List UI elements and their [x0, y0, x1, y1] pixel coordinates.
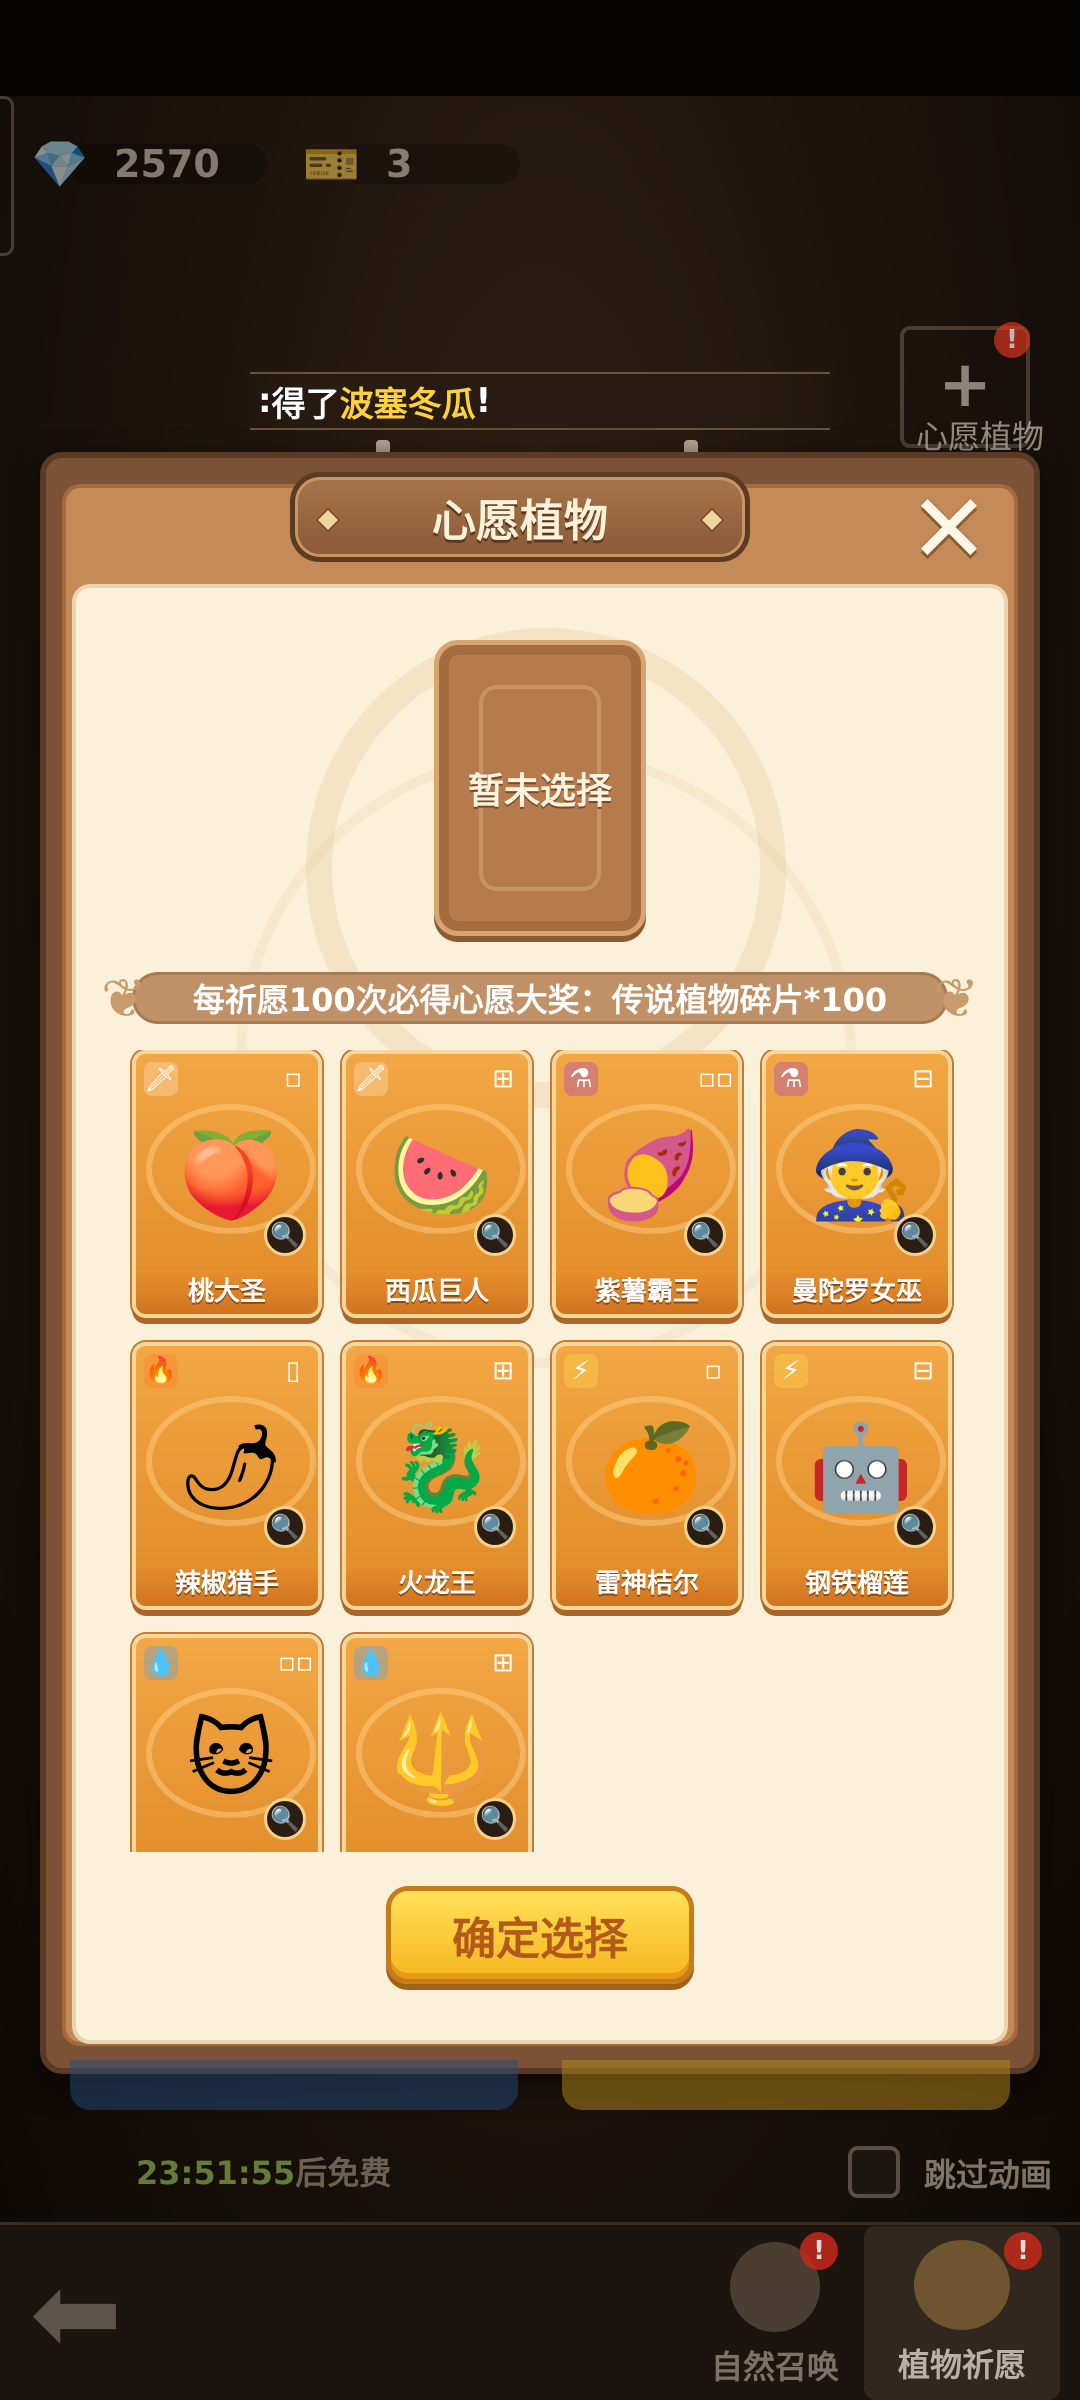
plant-card[interactable]: ⚗ ⊟ 🧙 🔍 曼陀罗女巫 — [762, 1050, 952, 1318]
plus-icon: + — [938, 348, 992, 422]
bolt-icon: ⚡ — [564, 1354, 598, 1388]
plant-card[interactable]: 🗡 ⊞ 🍉 🔍 西瓜巨人 — [342, 1050, 532, 1318]
notice-highlight: 波塞冬瓜 — [339, 384, 476, 425]
close-icon: ✕ — [908, 473, 990, 585]
ticket-icon: 🎫 — [303, 136, 361, 191]
bolt-icon: ⚡ — [774, 1354, 808, 1388]
free-timer: 23:51:55后免费 — [136, 2148, 391, 2194]
plant-card[interactable]: ⚡ ▫ 🍊 🔍 雷神桔尔 — [552, 1342, 742, 1610]
size-icon: ▫▫ — [278, 1648, 314, 1678]
gem-counter[interactable]: 💎 2570 — [28, 132, 268, 196]
plant-name: 西瓜巨人 — [346, 1270, 528, 1314]
magnify-icon[interactable]: 🔍 — [894, 1506, 936, 1548]
magnify-icon[interactable]: 🔍 — [264, 1798, 306, 1840]
plant-card[interactable]: 🗡 ▫ 🍑 🔍 桃大圣 — [132, 1050, 322, 1318]
timer-suffix: 后免费 — [295, 2154, 392, 2192]
ticket-counter[interactable]: 🎫 3 — [300, 132, 520, 196]
ticket-counter-bg — [340, 144, 520, 184]
nature-summon-badge: ! — [800, 2232, 838, 2270]
plant-wish-badge: ! — [1004, 2232, 1042, 2270]
status-bar — [0, 0, 1080, 96]
size-icon: ⊟ — [912, 1064, 934, 1094]
confirm-label: 确定选择 — [452, 1914, 628, 1965]
fire-icon: 🔥 — [144, 1354, 178, 1388]
plaque-gem-icon — [699, 507, 725, 533]
plant-wish-icon — [914, 2240, 1010, 2330]
magnify-icon[interactable]: 🔍 — [684, 1214, 726, 1256]
notice-prefix: 得了 — [271, 384, 340, 425]
modal-title-plaque: 心愿植物 — [290, 472, 750, 562]
plant-name: 曼陀罗女巫 — [766, 1270, 948, 1314]
laurel-right-icon: ❦ — [933, 967, 979, 1030]
modal-title: 心愿植物 — [432, 496, 608, 547]
notice-suffix: ! — [475, 381, 492, 421]
magnify-icon[interactable]: 🔍 — [474, 1506, 516, 1548]
plant-name: 钢铁榴莲 — [766, 1562, 948, 1606]
blade-icon: 🗡 — [144, 1062, 178, 1096]
fire-icon: 🔥 — [354, 1354, 388, 1388]
slot-empty-text: 暂未选择 — [467, 771, 612, 812]
plant-name: 桃大圣 — [136, 1270, 318, 1314]
size-icon: ▫ — [284, 1064, 302, 1094]
magnify-icon[interactable]: 🔍 — [474, 1798, 516, 1840]
plant-card[interactable]: 💧 ▫▫ 🐱 🔍 — [132, 1634, 322, 1852]
plant-name: 辣椒猎手 — [136, 1562, 318, 1606]
plant-card[interactable]: ⚡ ⊟ 🤖 🔍 钢铁榴莲 — [762, 1342, 952, 1610]
size-icon: ▫ — [704, 1356, 722, 1386]
tab-label: 植物祈愿 — [897, 2346, 1026, 2384]
plant-name: 雷神桔尔 — [556, 1562, 738, 1606]
size-icon: ⊞ — [492, 1648, 514, 1678]
plaque-gem-icon — [315, 507, 341, 533]
gem-count: 2570 — [114, 142, 220, 186]
selected-plant-slot[interactable]: 暂未选择 — [434, 640, 646, 936]
size-icon: ⊞ — [492, 1064, 514, 1094]
banner-text: 每祈愿100次必得心愿大奖：传说植物碎片*100 — [192, 981, 888, 1019]
wish-reward-banner: ❦ 每祈愿100次必得心愿大奖：传说植物碎片*100 ❦ — [101, 967, 979, 1030]
size-icon: ▯ — [285, 1356, 301, 1386]
magnify-icon[interactable]: 🔍 — [264, 1214, 306, 1256]
magnify-icon[interactable]: 🔍 — [684, 1506, 726, 1548]
background-blue-button — [70, 2060, 518, 2110]
magnify-icon[interactable]: 🔍 — [474, 1214, 516, 1256]
plant-card[interactable]: 💧 ⊞ 🔱 🔍 — [342, 1634, 532, 1852]
confirm-selection-button[interactable]: 确定选择 — [386, 1886, 694, 1984]
magnify-icon[interactable]: 🔍 — [894, 1214, 936, 1256]
potion-icon: ⚗ — [564, 1062, 598, 1096]
skip-animation-checkbox[interactable] — [848, 2146, 900, 2198]
notice-prefix-mark: : — [258, 381, 272, 421]
timer-value: 23:51:55 — [136, 2154, 296, 2192]
size-icon: ⊟ — [912, 1356, 934, 1386]
back-arrow-icon[interactable]: ⬅ — [30, 2258, 160, 2368]
left-edge-frame — [0, 96, 14, 256]
wish-corner-badge: ! — [994, 322, 1030, 358]
water-drop-icon: 💧 — [354, 1646, 388, 1680]
laurel-left-icon: ❦ — [101, 967, 147, 1030]
blade-icon: 🗡 — [354, 1062, 388, 1096]
gem-icon: 💎 — [31, 136, 89, 191]
tab-label: 自然召唤 — [710, 2348, 839, 2386]
ticket-count: 3 — [386, 142, 413, 186]
background-yellow-button — [562, 2060, 1010, 2110]
size-icon: ▫▫ — [698, 1064, 734, 1094]
plant-card[interactable]: 🔥 ⊞ 🐉 🔍 火龙王 — [342, 1342, 532, 1610]
plant-name: 紫薯霸王 — [556, 1270, 738, 1314]
skip-animation-label: 跳过动画 — [924, 2156, 1053, 2194]
plant-name: 火龙王 — [346, 1562, 528, 1606]
magnify-icon[interactable]: 🔍 — [264, 1506, 306, 1548]
water-drop-icon: 💧 — [144, 1646, 178, 1680]
close-button[interactable]: ✕ — [908, 481, 990, 577]
reward-notice: : 得了 波塞冬瓜 ! — [250, 372, 830, 430]
potion-icon: ⚗ — [774, 1062, 808, 1096]
plant-card[interactable]: ⚗ ▫▫ 🍠 🔍 紫薯霸王 — [552, 1050, 742, 1318]
plant-card-grid: 🗡 ▫ 🍑 🔍 桃大圣 🗡 ⊞ 🍉 🔍 西瓜巨人 ⚗ ▫▫ 🍠 🔍 紫薯霸王 ⚗… — [126, 1050, 966, 1852]
plant-card[interactable]: 🔥 ▯ 🌶 🔍 辣椒猎手 — [132, 1342, 322, 1610]
size-icon: ⊞ — [492, 1356, 514, 1386]
